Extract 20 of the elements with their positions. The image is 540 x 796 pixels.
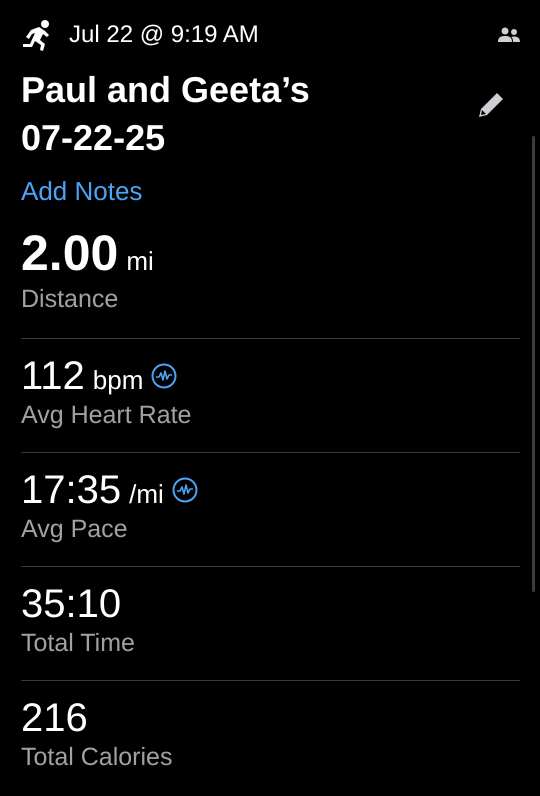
stat-value: 112: [21, 352, 85, 398]
stat-label: Avg Heart Rate: [21, 400, 192, 430]
stat-value: 2.00: [21, 225, 118, 282]
heart-rate-chart-icon[interactable]: [151, 362, 178, 388]
stat-unit: /mi: [129, 478, 164, 510]
activity-title: Paul and Geeta’s 07-22-25: [21, 68, 311, 160]
stat-value: 35:10: [21, 580, 122, 626]
stat-label: Total Calories: [21, 742, 174, 772]
stat-label: Total Time: [21, 628, 136, 658]
activity-date: Jul 22 @ 9:19 AM: [69, 21, 260, 49]
add-notes-link[interactable]: Add Notes: [21, 176, 142, 207]
stat-label: Distance: [21, 284, 120, 314]
pencil-icon[interactable]: [478, 92, 504, 118]
heart-rate-chart-icon[interactable]: [172, 476, 198, 502]
stat-unit: mi: [126, 246, 154, 277]
stat-value: 216: [21, 694, 88, 740]
stat-value: 17:35: [21, 466, 122, 512]
people-icon[interactable]: [498, 27, 520, 43]
stat-unit: bpm: [92, 364, 144, 396]
stat-label: Avg Pace: [21, 514, 129, 544]
